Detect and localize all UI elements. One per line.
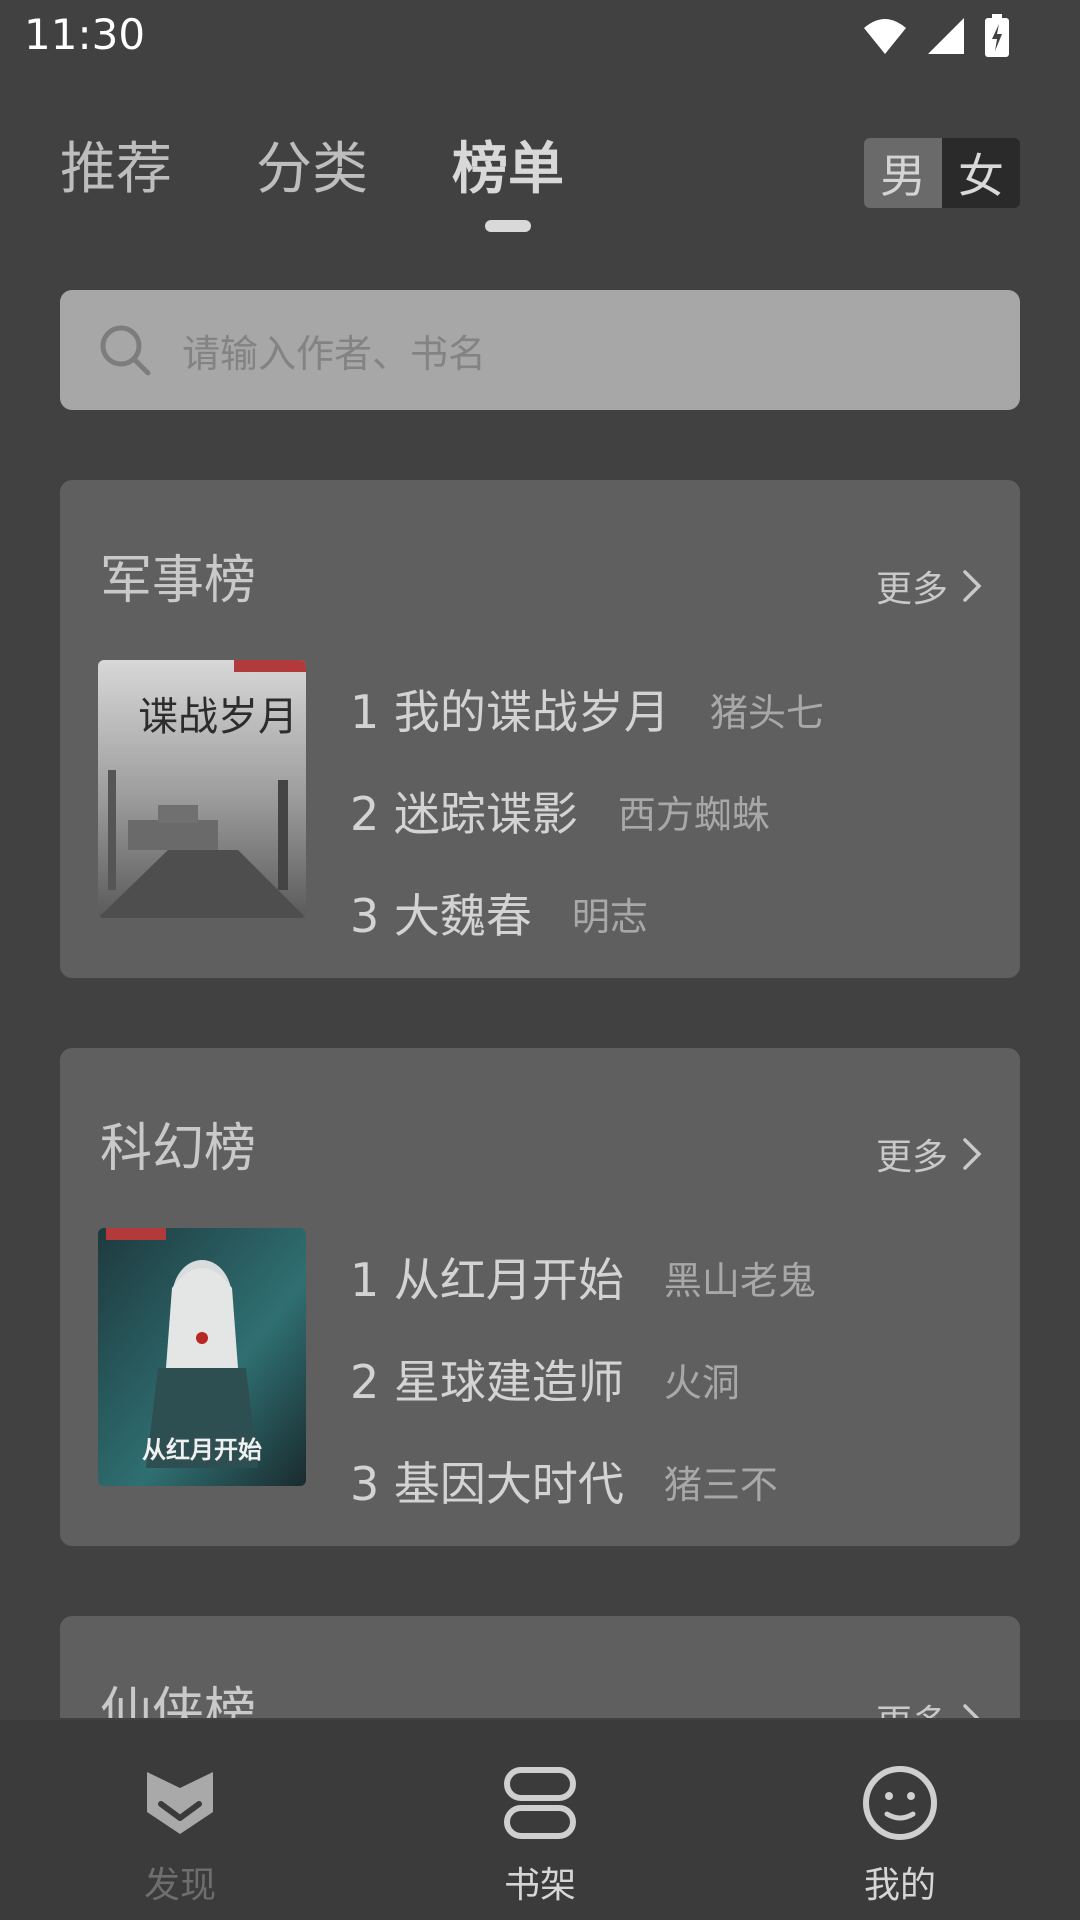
nav-bookshelf[interactable]: 书架 (360, 1720, 720, 1920)
book-author: 猪三不 (663, 1462, 778, 1507)
book-title: 3 大魏春 (350, 880, 532, 946)
rank-list: 1 从红月开始 黑山老鬼 2 星球建造师 火洞 3 基因大时代 猪三不 (350, 1226, 816, 1532)
discover-icon (147, 1772, 213, 1834)
ranking-card-xianxia: 仙侠榜 更多 (60, 1616, 1020, 1720)
book-title-text: 基因大时代 (393, 1457, 624, 1511)
book-author: 黑山老鬼 (663, 1258, 816, 1303)
list-item[interactable]: 1 从红月开始 黑山老鬼 (350, 1226, 816, 1328)
bookshelf-icon (504, 1767, 576, 1839)
list-item[interactable]: 2 星球建造师 火洞 (350, 1328, 816, 1430)
active-tab-indicator (485, 220, 531, 232)
more-button[interactable]: 更多 (876, 1694, 982, 1720)
book-author: 猪头七 (709, 690, 824, 735)
status-icons (862, 14, 1010, 58)
ranking-card-scifi: 科幻榜 更多 从红月开始 1 从红月开始 黑山老鬼 2 星球建造师 火洞 3 基… (60, 1048, 1020, 1546)
screen: 11:30 推荐 分类 榜单 男 女 请输入作者、书名 军事榜 更多 谍战岁月 … (0, 0, 1080, 1920)
book-title: 3 基因大时代 (350, 1448, 624, 1514)
rank-list: 1 我的谍战岁月 猪头七 2 迷踪谍影 西方蜘蛛 3 大魏春 明志 (350, 658, 824, 964)
list-item[interactable]: 3 基因大时代 猪三不 (350, 1430, 816, 1532)
more-button[interactable]: 更多 (876, 560, 982, 612)
book-author: 明志 (571, 894, 648, 939)
rank-number: 1 (350, 1253, 380, 1307)
bottom-nav: 发现 书架 我的 (0, 1720, 1080, 1920)
card-title: 仙侠榜 (100, 1683, 257, 1720)
more-label: 更多 (875, 1137, 948, 1178)
rank-number: 3 (350, 889, 380, 943)
rank-number: 1 (350, 685, 380, 739)
chevron-right-icon (963, 1138, 982, 1170)
card-title: 科幻榜 (100, 1119, 257, 1179)
book-title-text: 星球建造师 (393, 1355, 624, 1409)
book-cover[interactable]: 从红月开始 (98, 1228, 306, 1486)
book-cover-art: 谍战岁月 (98, 660, 306, 918)
book-title: 1 从红月开始 (350, 1244, 624, 1310)
search-icon (100, 325, 151, 376)
cover-title-text: 从红月开始 (142, 1436, 262, 1464)
book-cover-art: 从红月开始 (98, 1228, 306, 1486)
status-time: 11:30 (24, 10, 146, 59)
gender-toggle: 男 女 (864, 138, 1020, 208)
more-label: 更多 (875, 569, 948, 610)
more-button[interactable]: 更多 (876, 1128, 982, 1180)
book-cover[interactable]: 谍战岁月 (98, 660, 306, 918)
profile-icon (863, 1766, 937, 1840)
gender-male-button[interactable]: 男 (864, 138, 942, 208)
book-title-text: 迷踪谍影 (393, 787, 578, 841)
card-title: 军事榜 (100, 551, 257, 611)
rank-number: 2 (350, 1355, 380, 1409)
list-item[interactable]: 2 迷踪谍影 西方蜘蛛 (350, 760, 824, 862)
nav-discover[interactable]: 发现 (0, 1720, 360, 1920)
battery-icon (985, 14, 1009, 57)
nav-label: 我的 (863, 1865, 936, 1906)
book-title-text: 大魏春 (393, 889, 532, 943)
tab-recommend[interactable]: 推荐 (60, 130, 172, 210)
search-input[interactable]: 请输入作者、书名 (60, 290, 1020, 410)
nav-profile[interactable]: 我的 (720, 1720, 1080, 1920)
book-title: 1 我的谍战岁月 (350, 676, 670, 742)
top-tabs: 推荐 分类 榜单 (60, 130, 564, 232)
list-item[interactable]: 1 我的谍战岁月 猪头七 (350, 658, 824, 760)
tab-categories[interactable]: 分类 (256, 130, 368, 210)
book-title: 2 星球建造师 (350, 1346, 624, 1412)
book-title-text: 我的谍战岁月 (393, 685, 670, 739)
gender-female-button[interactable]: 女 (942, 138, 1020, 208)
list-item[interactable]: 3 大魏春 明志 (350, 862, 824, 964)
cover-title-text: 谍战岁月 (138, 694, 298, 740)
tab-rankings[interactable]: 榜单 (452, 130, 564, 232)
nav-label: 发现 (143, 1865, 216, 1906)
status-bar: 11:30 (0, 0, 1080, 70)
signal-icon (928, 18, 964, 54)
book-title-text: 从红月开始 (393, 1253, 624, 1307)
rank-number: 3 (350, 1457, 380, 1511)
book-author: 火洞 (663, 1360, 740, 1405)
nav-label: 书架 (503, 1865, 576, 1906)
chevron-right-icon (963, 570, 982, 602)
tab-rankings-label: 榜单 (452, 137, 564, 202)
book-author: 西方蜘蛛 (617, 792, 770, 837)
wifi-icon (864, 19, 906, 54)
more-label: 更多 (876, 1694, 948, 1720)
book-title: 2 迷踪谍影 (350, 778, 578, 844)
ranking-card-military: 军事榜 更多 谍战岁月 1 我的谍战岁月 猪头七 2 迷踪谍影 西方蜘蛛 3 大… (60, 480, 1020, 978)
rank-number: 2 (350, 787, 380, 841)
search-placeholder: 请输入作者、书名 (182, 331, 487, 376)
